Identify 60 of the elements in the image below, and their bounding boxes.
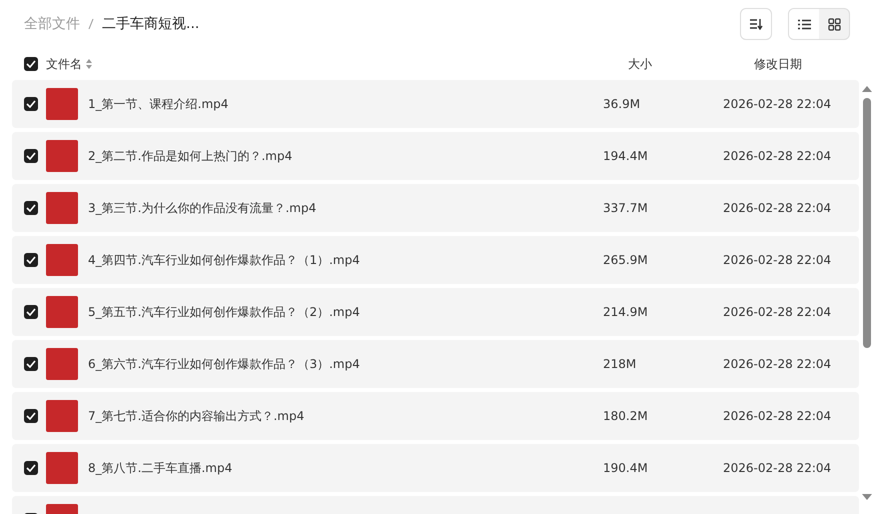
- column-header: 修改日期: [754, 56, 803, 72]
- file-row[interactable]: 3_第三节.为什么你的作品没有流量？.mp4 337.7M 2026-02-28 22:04: [12, 184, 859, 232]
- modified-date: 2026-02-28 22:04: [723, 357, 832, 371]
- checkbox[interactable]: [24, 149, 38, 163]
- modified-date: 2026-02-28 22:04: [723, 97, 832, 111]
- modified-date: 2026-02-28 22:04: [723, 461, 832, 475]
- file-row[interactable]: 2_第二节.作品是如何上热门的？.mp4 194.4M 2026-02-28 22:04: [12, 132, 859, 180]
- file-size: 265.9M: [603, 253, 649, 267]
- checkbox[interactable]: [24, 357, 38, 371]
- video-thumbnail: [46, 88, 78, 120]
- video-thumbnail: [46, 192, 78, 224]
- video-thumbnail: [46, 400, 78, 432]
- video-thumbnail: [46, 296, 78, 328]
- column-header[interactable]: 文件名: [46, 56, 82, 72]
- file-name: 8_第八节.二手车直播.mp4: [88, 460, 234, 476]
- video-thumbnail: [46, 244, 78, 276]
- file-size: 218M: [603, 357, 638, 371]
- file-size: 337.7M: [603, 201, 649, 215]
- file-row[interactable]: 8_第八节.二手车直播.mp4 190.4M 2026-02-28 22:04: [12, 444, 859, 492]
- modified-date: 2026-02-28 22:04: [723, 305, 832, 319]
- checkbox[interactable]: [24, 461, 38, 475]
- file-name: 4_第四节.汽车行业如何创作爆款作品？（1）.mp4: [88, 252, 361, 268]
- grid-icon: [828, 18, 840, 30]
- video-thumbnail: [46, 348, 78, 380]
- modified-date: 2026-02-28 22:04: [723, 201, 832, 215]
- video-thumbnail: [46, 452, 78, 484]
- sort-arrows-icon[interactable]: [86, 59, 92, 69]
- file-row[interactable]: 6_第六节.汽车行业如何创作爆款作品？（3）.mp4 218M 2026-02-28 22:04: [12, 340, 859, 388]
- column-header: 大小: [628, 56, 653, 72]
- file-row[interactable]: 5_第五节.汽车行业如何创作爆款作品？（2）.mp4 214.9M 2026-02-28 22:04: [12, 288, 859, 336]
- modified-date: 2026-02-28 22:04: [723, 149, 832, 163]
- file-name: 1_第一节、课程介绍.mp4: [88, 96, 230, 112]
- file-row[interactable]: 7_第七节.适合你的内容输出方式？.mp4 180.2M 2026-02-28 22:04: [12, 392, 859, 440]
- modified-date: 2026-02-28 22:04: [723, 409, 832, 423]
- checkbox[interactable]: [24, 409, 38, 423]
- file-name: 6_第六节.汽车行业如何创作爆款作品？（3）.mp4: [88, 356, 361, 372]
- separator-icon: [88, 18, 94, 30]
- file-size: 194.4M: [603, 149, 649, 163]
- checkbox[interactable]: [24, 305, 38, 319]
- checkbox[interactable]: [24, 201, 38, 215]
- checkbox[interactable]: [24, 97, 38, 111]
- file-size: 190.4M: [603, 461, 649, 475]
- video-thumbnail: [46, 140, 78, 172]
- file-row[interactable]: 4_第四节.汽车行业如何创作爆款作品？（1）.mp4 265.9M 2026-02-28 22:04: [12, 236, 859, 284]
- checkbox[interactable]: [24, 253, 38, 267]
- file-name: 3_第三节.为什么你的作品没有流量？.mp4: [88, 200, 318, 216]
- sort-button[interactable]: [740, 8, 772, 40]
- file-size: 36.9M: [603, 97, 642, 111]
- file-name: 2_第二节.作品是如何上热门的？.mp4: [88, 148, 294, 164]
- list-view-button[interactable]: [789, 9, 819, 39]
- file-row[interactable]: 1_第一节、课程介绍.mp4 36.9M 2026-02-28 22:04: [12, 80, 859, 128]
- file-name: 5_第五节.汽车行业如何创作爆款作品？（2）.mp4: [88, 304, 361, 320]
- checkbox[interactable]: [24, 57, 38, 71]
- breadcrumb-link[interactable]: 二手车商短视...: [102, 15, 200, 33]
- file-size: 214.9M: [603, 305, 649, 319]
- sort-icon: [749, 18, 763, 30]
- file-size: 180.2M: [603, 409, 649, 423]
- modified-date: 2026-02-28 22:04: [723, 253, 832, 267]
- file-name: 7_第七节.适合你的内容输出方式？.mp4: [88, 408, 306, 424]
- list-icon: [798, 18, 810, 30]
